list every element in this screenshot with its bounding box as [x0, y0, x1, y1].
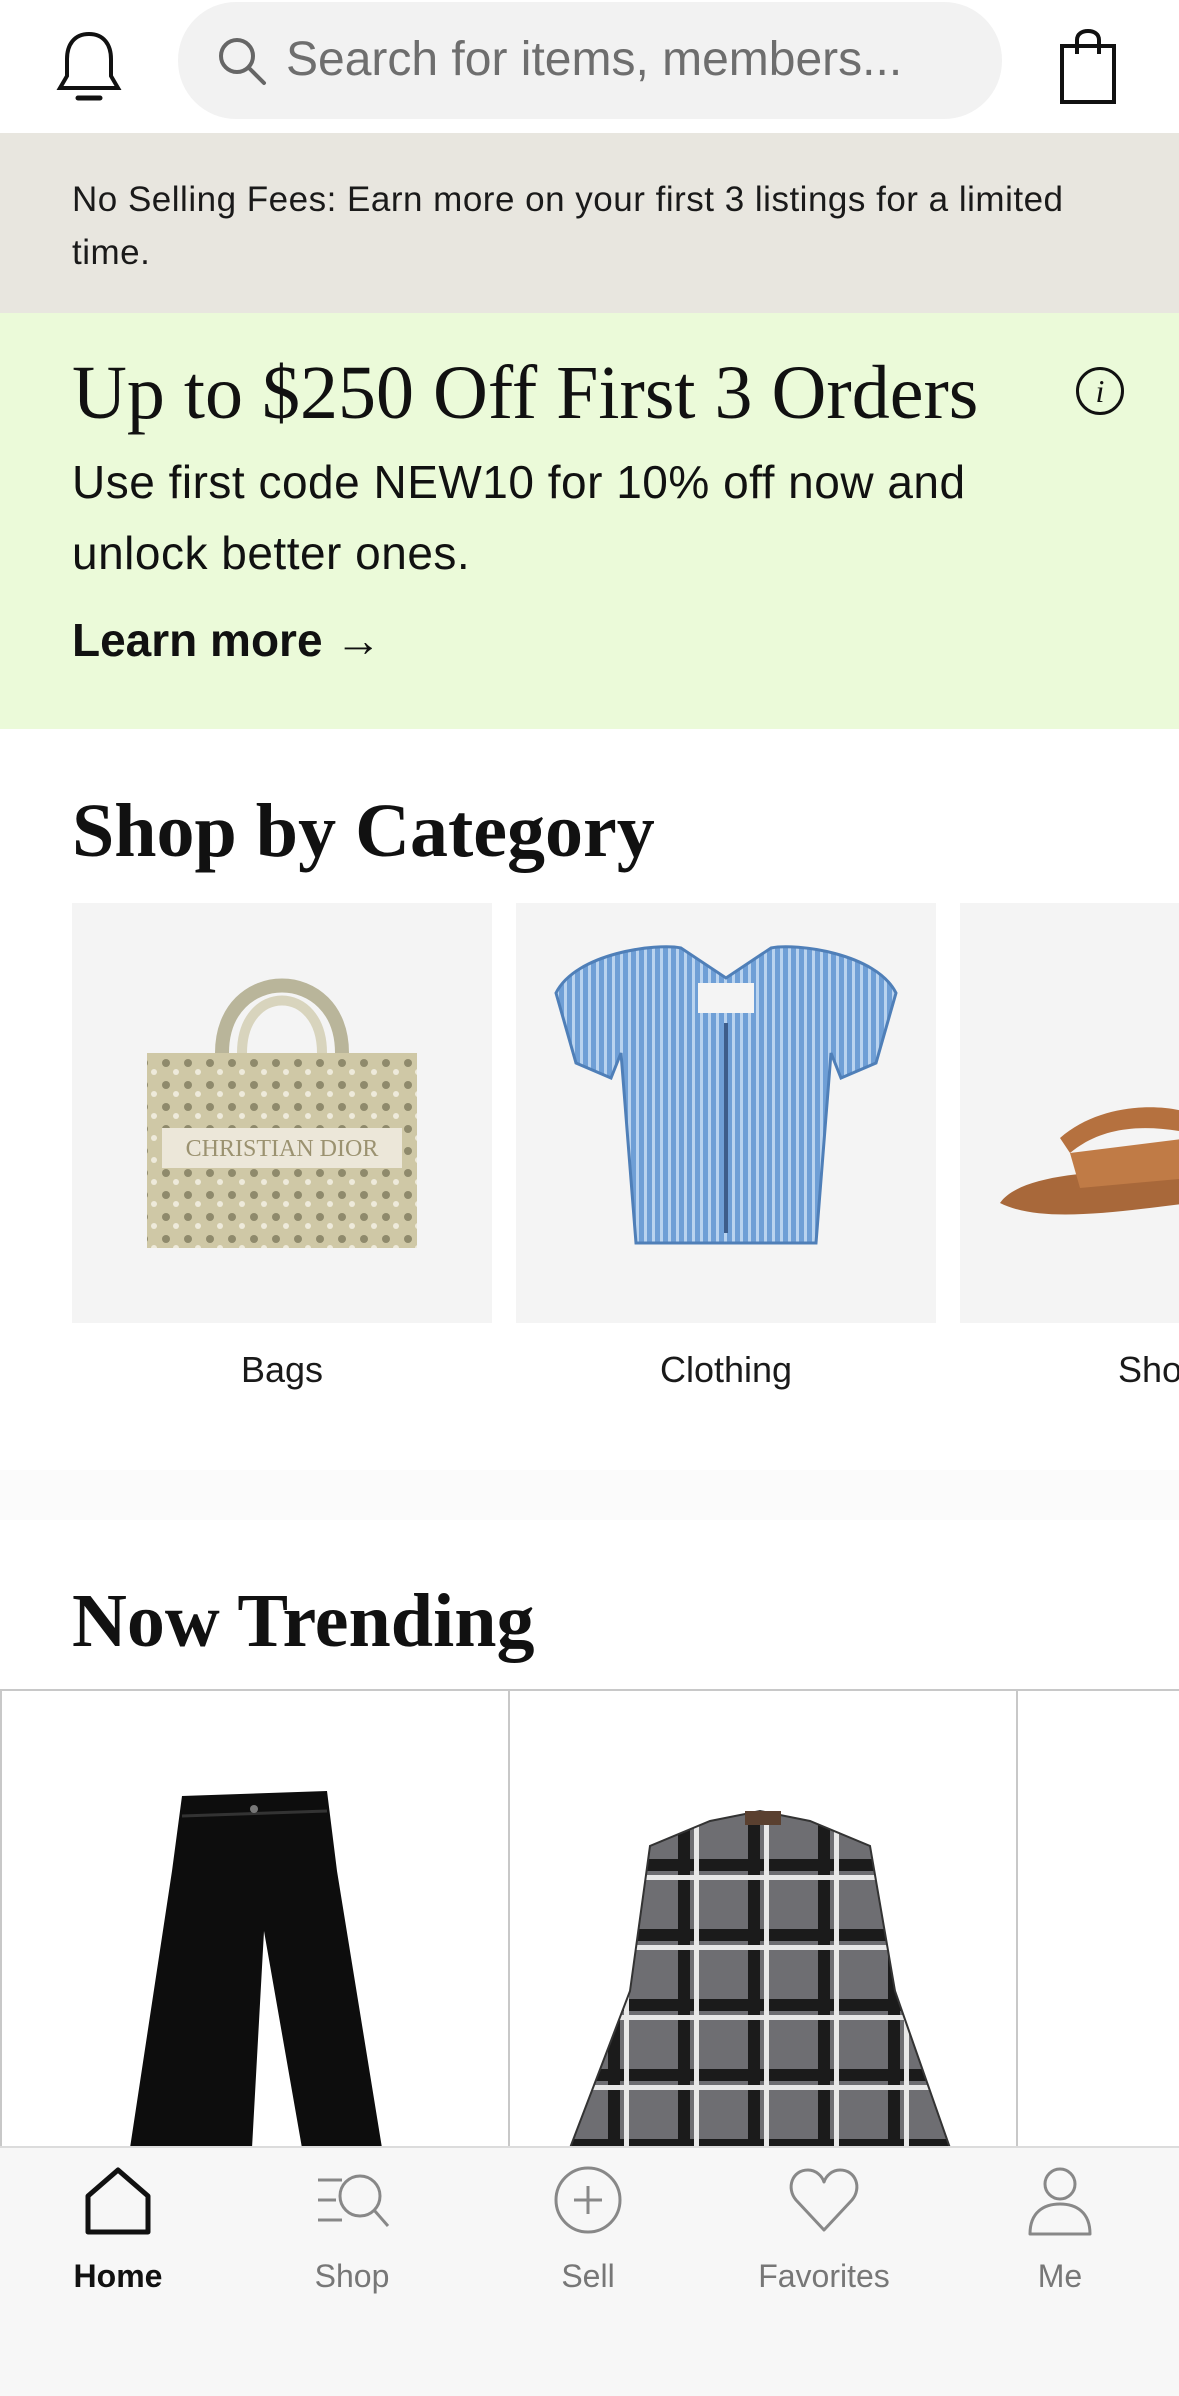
fee-banner[interactable]: No Selling Fees: Earn more on your first…	[0, 133, 1179, 313]
nav-favorites[interactable]: Favorites	[724, 2160, 924, 2295]
search-input[interactable]: Search for items, members...	[178, 2, 1002, 119]
category-label: Clothing	[659, 1349, 793, 1390]
striped-blouse-image	[516, 903, 936, 1323]
top-bar: Search for items, members...	[0, 0, 1179, 133]
promo-banner: Up to $250 Off First 3 Orders i Use firs…	[0, 313, 1179, 729]
plus-circle-icon	[554, 2166, 622, 2234]
section-divider	[0, 1470, 1179, 1520]
category-label: Bags	[240, 1349, 324, 1390]
promo-description: Use first code NEW10 for 10% off now and…	[72, 456, 966, 579]
shop-search-icon	[318, 2174, 390, 2227]
category-card-bags[interactable]: CHRISTIAN DIOR Bags	[72, 903, 492, 1391]
nav-me[interactable]: Me	[960, 2160, 1160, 2295]
nav-label: Sell	[561, 2258, 615, 2294]
product-image	[1018, 1691, 1179, 2146]
search-icon	[219, 38, 266, 85]
bottom-nav: Home Shop Sell Favorites Me	[0, 2146, 1179, 2396]
nav-shop[interactable]: Shop	[252, 2160, 452, 2295]
nav-label: Shop	[314, 2258, 390, 2294]
sandals-image	[960, 903, 1179, 1323]
bell-icon[interactable]	[56, 28, 122, 106]
heart-icon	[789, 2168, 859, 2232]
info-icon[interactable]: i	[1076, 367, 1124, 415]
person-icon	[1028, 2167, 1092, 2236]
nav-label: Me	[1037, 2258, 1083, 2294]
trending-card[interactable]	[508, 1691, 1016, 2146]
category-carousel[interactable]: CHRISTIAN DIOR Bags Clothing Sho	[0, 903, 1179, 1423]
promo-title: Up to $250 Off First 3 Orders	[72, 351, 979, 435]
tote-bag-image: CHRISTIAN DIOR	[72, 903, 492, 1323]
trending-carousel[interactable]	[0, 1689, 1179, 2146]
search-placeholder: Search for items, members...	[286, 33, 903, 86]
trending-card[interactable]	[1016, 1691, 1179, 2146]
trending-section-title: Now Trending	[72, 1579, 535, 1663]
bag-logo-text: CHRISTIAN DIOR	[186, 1136, 379, 1162]
category-card-clothing[interactable]: Clothing	[516, 903, 936, 1391]
category-section-title: Shop by Category	[72, 789, 655, 873]
nav-label: Favorites	[758, 2258, 890, 2294]
trending-card[interactable]	[0, 1691, 508, 2146]
nav-home[interactable]: Home	[18, 2160, 218, 2295]
nav-label: Home	[73, 2258, 163, 2294]
category-label: Sho	[1118, 1349, 1179, 1390]
fee-banner-text: No Selling Fees: Earn more on your first…	[72, 180, 1064, 272]
learn-more-link[interactable]: Learn more →	[72, 613, 381, 667]
home-icon	[85, 2167, 151, 2235]
black-jeans-image	[130, 1791, 382, 2146]
shopping-bag-icon[interactable]	[1058, 28, 1118, 106]
nav-sell[interactable]: Sell	[488, 2160, 688, 2295]
plaid-jacket-image	[569, 1809, 951, 2146]
category-card-shoes[interactable]: Sho	[960, 903, 1179, 1391]
